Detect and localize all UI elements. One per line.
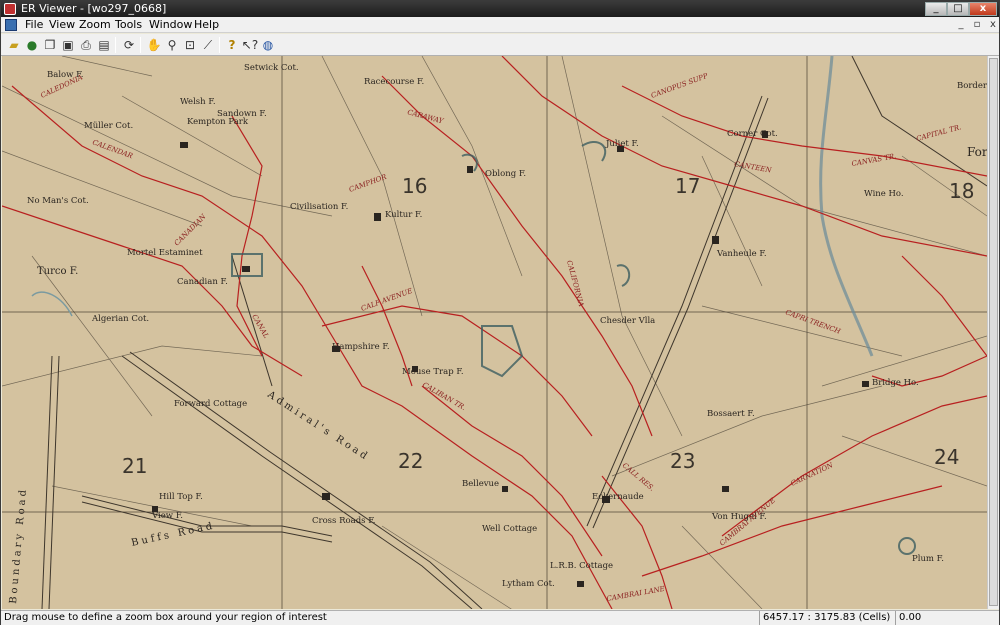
map-place-label: Hampshire F. xyxy=(332,342,390,352)
open-folder-icon[interactable]: ▰ xyxy=(5,36,23,54)
toolbar-separator xyxy=(219,37,220,53)
map-place-label: Well Cottage xyxy=(482,524,537,534)
map-place-label: Turco F. xyxy=(37,266,78,277)
grid-number: 16 xyxy=(402,174,427,198)
help-icon[interactable]: ? xyxy=(223,36,241,54)
map-canvas[interactable]: 16 17 18 21 22 23 24 Balow F. Welsh F. S… xyxy=(2,56,987,609)
map-place-label: Welsh F. xyxy=(180,97,216,107)
map-place-label: Bossaert F. xyxy=(707,409,755,419)
map-place-label: Juliet F. xyxy=(605,139,639,149)
document-icon[interactable] xyxy=(5,19,17,31)
menu-tools[interactable]: Tools xyxy=(113,17,144,33)
map-place-label: Border xyxy=(957,81,987,91)
map-place-label: Oblong F. xyxy=(485,169,526,179)
status-bar: Drag mouse to define a zoom box around y… xyxy=(1,610,999,625)
map-place-label: L.R.B. Cottage xyxy=(550,561,613,571)
title-bar[interactable]: ER Viewer - [wo297_0668] _ □ x xyxy=(1,1,999,17)
map-place-label: Bridge Ho. xyxy=(872,378,919,388)
menu-bar: File View Zoom Tools Window Help _ ▫ x xyxy=(1,17,999,33)
map-place-label: Corner Cot. xyxy=(727,129,778,139)
menu-help[interactable]: Help xyxy=(192,17,221,33)
print-preview-icon[interactable]: ▤ xyxy=(95,36,113,54)
close-button[interactable]: x xyxy=(969,2,997,16)
menu-window[interactable]: Window xyxy=(147,17,194,33)
child-restore-button[interactable]: ▫ xyxy=(970,18,984,32)
status-message: Drag mouse to define a zoom box around y… xyxy=(4,612,327,623)
map-place-label: Racecourse F. xyxy=(364,77,424,87)
minimize-button[interactable]: _ xyxy=(925,2,947,16)
zoom-icon[interactable]: ⚲ xyxy=(163,36,181,54)
map-place-label: Kultur F. xyxy=(385,210,422,220)
child-minimize-button[interactable]: _ xyxy=(954,18,968,32)
grid-number: 24 xyxy=(934,445,959,469)
trench-map: 16 17 18 21 22 23 24 Balow F. Welsh F. S… xyxy=(2,56,987,609)
menu-zoom[interactable]: Zoom xyxy=(77,17,113,33)
window-title: ER Viewer - [wo297_0668] xyxy=(21,2,167,15)
map-place-label: Cross Roads F. xyxy=(312,516,375,526)
map-place-label: Forward Cottage xyxy=(174,399,247,409)
map-place-label: Mortel Estaminet xyxy=(127,248,203,258)
map-place-label: Wine Ho. xyxy=(864,189,904,199)
map-place-label: For xyxy=(967,145,987,159)
grid-number: 18 xyxy=(949,179,974,203)
app-icon xyxy=(4,3,16,15)
grid-number: 22 xyxy=(398,449,423,473)
refresh-icon[interactable]: ⟳ xyxy=(120,36,138,54)
map-place-label: Civilisation F. xyxy=(290,202,348,212)
map-place-label: Vanheule F. xyxy=(716,249,767,259)
map-place-label: Lytham Cot. xyxy=(502,579,555,589)
map-place-label: Kempton Park xyxy=(187,117,249,127)
copy-icon[interactable]: ❐ xyxy=(41,36,59,54)
whats-this-icon[interactable]: ↖? xyxy=(241,36,259,54)
toolbar: ▰ ● ❐ ▣ ⎙ ▤ ⟳ ✋ ⚲ ⊡ ⟋ ? ↖? ◍ xyxy=(1,34,999,56)
pan-hand-icon[interactable]: ✋ xyxy=(145,36,163,54)
toolbar-separator xyxy=(140,37,141,53)
globe-icon[interactable]: ● xyxy=(23,36,41,54)
print-icon[interactable]: ⎙ xyxy=(77,36,95,54)
status-value: 0.00 xyxy=(895,611,999,625)
map-place-label: Müller Cot. xyxy=(84,121,133,131)
grid-number: 17 xyxy=(675,174,700,198)
map-place-label: Hill Top F. xyxy=(159,492,203,502)
web-icon[interactable]: ◍ xyxy=(259,36,277,54)
vertical-scrollbar[interactable] xyxy=(987,56,999,609)
map-place-label: Canadian F. xyxy=(177,277,228,287)
measure-icon[interactable]: ⟋ xyxy=(199,36,217,54)
menu-file[interactable]: File xyxy=(23,17,45,33)
map-place-label: View F. xyxy=(151,511,183,521)
map-place-label: Setwick Cot. xyxy=(244,63,299,73)
status-coordinates: 6457.17 : 3175.83 (Cells) xyxy=(759,611,893,625)
map-place-label: Mouse Trap F. xyxy=(402,367,464,377)
toolbar-separator xyxy=(115,37,116,53)
map-place-label: Chesder Vlla xyxy=(600,316,655,326)
grid-number: 23 xyxy=(670,449,695,473)
maximize-button[interactable]: □ xyxy=(947,2,969,16)
child-close-button[interactable]: x xyxy=(986,18,1000,32)
menu-view[interactable]: View xyxy=(47,17,77,33)
map-place-label: Bellevue xyxy=(462,479,499,489)
map-place-label: Algerian Cot. xyxy=(91,314,149,324)
map-place-label: No Man's Cot. xyxy=(27,196,89,206)
map-place-label: Eckernaude xyxy=(592,492,644,502)
save-icon[interactable]: ▣ xyxy=(59,36,77,54)
zoom-box-icon[interactable]: ⊡ xyxy=(181,36,199,54)
map-place-label: Plum F. xyxy=(912,554,944,564)
scrollbar-thumb[interactable] xyxy=(989,58,998,606)
grid-number: 21 xyxy=(122,454,147,478)
app-window: ER Viewer - [wo297_0668] _ □ x File View… xyxy=(0,0,1000,625)
